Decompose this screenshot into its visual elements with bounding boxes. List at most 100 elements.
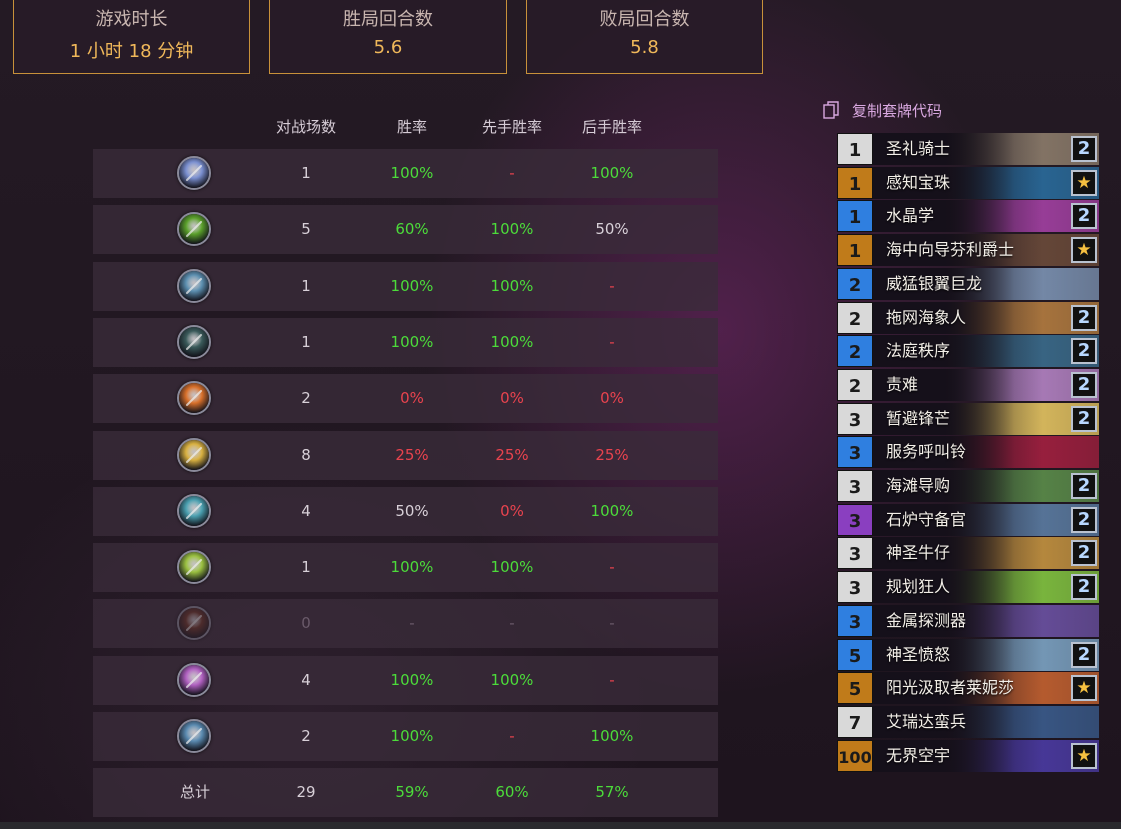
deck-card[interactable]: 3 金属探测器	[837, 604, 1099, 637]
stat-value: 1 小时 18 分钟	[69, 41, 194, 62]
deck-card[interactable]: 2 责难 2	[837, 368, 1099, 401]
card-name: 感知宝珠	[886, 172, 951, 192]
deck-card[interactable]: 1 水晶学 2	[837, 200, 1099, 233]
card-name: 石炉守备官	[886, 509, 967, 529]
cell-first: 0%	[500, 501, 524, 520]
deck-card[interactable]: 1 感知宝珠 ★	[837, 166, 1099, 199]
card-name: 艾瑞达蛮兵	[886, 711, 967, 731]
cell-games: 4	[301, 670, 311, 689]
deck-card[interactable]: 5 神圣愤怒 2	[837, 638, 1099, 671]
card-name: 海滩导购	[886, 476, 951, 495]
cell-games: 2	[301, 389, 311, 408]
table-row: 4 100% 100% -	[93, 655, 718, 705]
cell-games: 1	[301, 276, 311, 295]
cell-winrate: 100%	[390, 164, 434, 182]
table-row: 8 25% 25% 25%	[93, 430, 718, 480]
cell-first: 100%	[490, 276, 534, 295]
cell-winrate: 100%	[390, 670, 434, 689]
cell-winrate: -	[409, 614, 415, 633]
stat-value: 5.6	[373, 37, 403, 58]
cell-games: 1	[301, 558, 311, 577]
deck-card[interactable]: 1 海中向导芬利爵士 ★	[837, 234, 1099, 267]
cell-winrate: 100%	[390, 558, 434, 577]
card-cost: 2	[837, 301, 873, 334]
deck-card[interactable]: 3 神圣牛仔 2	[837, 537, 1099, 570]
cell-first: -	[509, 614, 515, 633]
card-count: 2	[1071, 506, 1097, 533]
card-name: 法庭秩序	[886, 341, 951, 361]
cell-second: 0%	[600, 389, 624, 408]
card-count: 2	[1071, 540, 1097, 567]
card-cost: 2	[837, 267, 873, 300]
table-row: 2 0% 0% 0%	[93, 374, 718, 424]
legendary-star-icon: ★	[1071, 675, 1097, 702]
deck-card[interactable]: 3 服务呼叫铃	[837, 436, 1099, 469]
card-cost: 100	[837, 739, 873, 772]
copy-icon	[823, 101, 839, 119]
deck-card[interactable]: 3 暂避锋芒 2	[837, 402, 1099, 435]
cell-games: 0	[301, 614, 311, 633]
total-second: 57%	[595, 783, 629, 802]
card-cost: 2	[837, 368, 873, 401]
deck-card[interactable]: 2 威猛银翼巨龙	[837, 267, 1099, 300]
cell-second: -	[609, 670, 615, 689]
card-cost: 1	[837, 166, 873, 199]
deck-card[interactable]: 100 无界空宇 ★	[837, 739, 1099, 772]
deck-card[interactable]: 2 法庭秩序 2	[837, 335, 1099, 368]
card-name: 金属探测器	[886, 610, 967, 630]
card-name: 威猛银翼巨龙	[886, 273, 983, 293]
deck-card[interactable]: 2 拖网海象人 2	[837, 301, 1099, 334]
demon-hunter-class-icon	[177, 662, 211, 697]
cell-winrate: 100%	[390, 332, 434, 351]
card-name: 海中向导芬利爵士	[886, 240, 1015, 260]
card-count: 2	[1071, 405, 1097, 432]
druid-class-icon	[177, 550, 211, 585]
card-cost: 5	[837, 672, 873, 705]
total-first: 60%	[495, 783, 529, 802]
col-header-second-winrate: 后手胜率	[581, 118, 642, 136]
cell-games: 5	[301, 220, 311, 239]
deck-card[interactable]: 3 海滩导购 2	[837, 470, 1099, 502]
table-row: 1 100% 100% -	[93, 317, 718, 367]
stat-label: 败局回合数	[599, 9, 690, 30]
deck-card[interactable]: 3 规划狂人 2	[837, 571, 1099, 604]
card-count: 2	[1071, 371, 1097, 398]
deck-card[interactable]: 3 石炉守备官 2	[837, 503, 1099, 536]
stat-loss-turns: 败局回合数 5.8	[526, 0, 763, 74]
col-header-winrate: 胜率	[396, 118, 427, 136]
hunter-class-icon	[177, 212, 211, 247]
deck-card[interactable]: 5 阳光汲取者莱妮莎 ★	[837, 672, 1099, 705]
copy-deck-code-label: 复制套牌代码	[852, 102, 943, 120]
card-count: 2	[1071, 473, 1097, 499]
death-knight-class-icon	[177, 719, 211, 753]
card-name: 无界空宇	[886, 745, 951, 765]
card-count: 2	[1071, 136, 1097, 162]
card-name: 神圣牛仔	[886, 543, 951, 563]
card-name: 水晶学	[886, 206, 935, 226]
cell-second: -	[609, 332, 615, 351]
table-row: 1 100% - 100%	[93, 149, 718, 198]
cell-second: 50%	[595, 220, 629, 239]
card-count: 2	[1071, 574, 1097, 601]
card-name: 责难	[886, 374, 919, 394]
card-cost: 7	[837, 705, 873, 738]
table-row: 1 100% 100% -	[93, 543, 718, 593]
scrollbar-track[interactable]	[0, 822, 1121, 829]
deck-card[interactable]: 1 圣礼骑士 2	[837, 133, 1099, 165]
total-row: 总计 29 59% 60% 57%	[93, 768, 718, 818]
card-cost: 3	[837, 571, 873, 604]
legendary-star-icon: ★	[1071, 237, 1097, 264]
card-cost: 3	[837, 470, 873, 502]
deck-card[interactable]: 7 艾瑞达蛮兵	[837, 705, 1099, 738]
cell-games: 2	[301, 727, 311, 745]
card-cost: 1	[837, 234, 873, 267]
card-name: 神圣愤怒	[886, 644, 951, 664]
total-label: 总计	[179, 783, 210, 802]
table-row: 2 100% - 100%	[93, 712, 718, 761]
cell-second: 100%	[590, 501, 634, 520]
cell-second: -	[609, 276, 615, 295]
cell-first: 100%	[490, 558, 534, 577]
cell-winrate: 50%	[395, 501, 429, 520]
table-row: 0 - - -	[93, 599, 718, 649]
paladin-class-icon	[177, 437, 211, 472]
